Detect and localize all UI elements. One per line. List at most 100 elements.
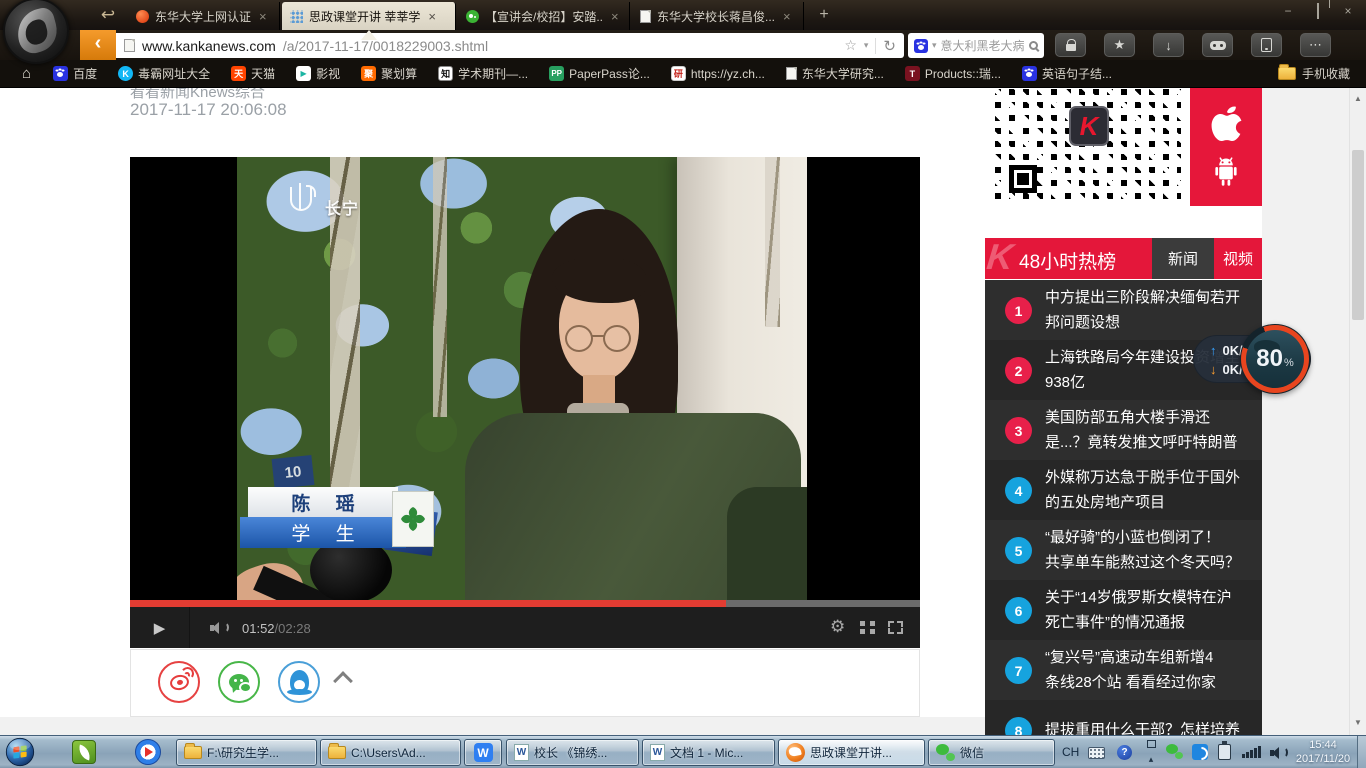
help-icon[interactable]: ? <box>1117 745 1132 760</box>
grid-site-icon <box>290 10 303 23</box>
security-lock-button[interactable] <box>1055 33 1086 57</box>
mobile-favorites[interactable]: 手机收藏 <box>1278 65 1350 82</box>
tab-current-article[interactable]: 思政课堂开讲 莘莘学 × <box>282 2 456 30</box>
share-weibo-button[interactable] <box>158 661 200 703</box>
hidden-icons-chevron[interactable]: ▴ <box>1144 740 1158 767</box>
tab-career-talk[interactable]: 【宣讲会/校招】安踏... × <box>458 2 630 30</box>
back-button[interactable]: ‹ <box>80 30 116 60</box>
browser-tab-bar: ↩ 东华大学上网认证 × 思政课堂开讲 莘莘学 × 【宣讲会/校招】安踏... … <box>0 0 1366 30</box>
hot-item-8[interactable]: 8 提拔重用什么干部？怎样培养 <box>985 700 1262 735</box>
liebao-icon <box>786 743 805 762</box>
search-icon[interactable] <box>1029 41 1038 50</box>
close-icon[interactable]: × <box>428 9 436 24</box>
close-icon[interactable]: × <box>611 9 619 24</box>
url-field[interactable]: www.kankanews.com /a/2017-11-17/00182290… <box>116 33 904 58</box>
tab-dhu-president[interactable]: 东华大学校长蒋昌俊... × <box>632 2 804 30</box>
share-wechat-button[interactable] <box>218 661 260 703</box>
hot-item-1[interactable]: 1 中方提出三阶段解决缅甸若开邦问题设想 <box>985 280 1262 340</box>
wechat-tray-icon[interactable] <box>1166 744 1184 760</box>
media-player-icon[interactable] <box>135 739 161 765</box>
downloads-button[interactable]: ↓ <box>1153 33 1184 57</box>
page-icon <box>786 67 797 80</box>
bookmark-paperpass[interactable]: PP PaperPass论... <box>549 65 650 82</box>
taskbar-clock[interactable]: 15:44 2017/11/20 <box>1290 738 1356 766</box>
taskbar-folder-f[interactable]: F:\研究生学... <box>176 739 317 766</box>
hot-item-7[interactable]: 7 “复兴号”高速动车组新增4条线28个站 看看经过你家 <box>985 640 1262 700</box>
collapse-chevron-icon[interactable] <box>333 671 353 691</box>
hot-item-6[interactable]: 6 关于“14岁俄罗斯女模特在沪死亡事件”的情况通报 <box>985 580 1262 640</box>
video-progress-bar[interactable] <box>130 600 920 607</box>
taskbar-wps[interactable]: W <box>464 739 502 766</box>
theater-mode-icon[interactable] <box>860 621 875 634</box>
skin-icon[interactable] <box>1248 4 1268 20</box>
bookmark-baidu[interactable]: 百度 <box>53 65 97 82</box>
scroll-down-icon[interactable]: ▼ <box>1350 718 1366 727</box>
restore-button[interactable] <box>1308 4 1328 20</box>
bookmark-products[interactable]: T Products::瑞... <box>905 65 1001 82</box>
baidu-paw-icon <box>1022 66 1037 81</box>
tab-dhu-auth[interactable]: 东华大学上网认证 × <box>128 2 280 30</box>
bookmark-english[interactable]: 英语句子结... <box>1022 65 1112 82</box>
bookmark-journal[interactable]: 知 学术期刊—... <box>438 65 528 82</box>
apple-icon[interactable] <box>1208 102 1244 144</box>
fullscreen-icon[interactable] <box>888 621 903 634</box>
clipboard-tray-icon[interactable] <box>1218 744 1231 760</box>
refresh-icon[interactable]: ↻ <box>883 37 896 55</box>
hot-tab-news[interactable]: 新闻 <box>1152 238 1214 279</box>
bookmark-yz[interactable]: 研 https://yz.ch... <box>671 66 765 81</box>
menu-button[interactable]: ⋯ <box>1300 33 1331 57</box>
hot-item-5[interactable]: 5 “最好骑”的小蓝也倒闭了！共享单车能熬过这个冬天吗？ <box>985 520 1262 580</box>
taskbar-word-2[interactable]: W 文档 1 - Mic... <box>642 739 775 766</box>
star-dropdown-icon[interactable]: ▾ <box>864 40 869 51</box>
close-icon[interactable]: × <box>259 9 267 24</box>
new-tab-button[interactable]: + <box>812 4 836 26</box>
mobile-sync-button[interactable] <box>1251 33 1282 57</box>
bookmark-duba[interactable]: K 毒霸网址大全 <box>118 65 210 82</box>
close-icon[interactable]: × <box>783 9 791 24</box>
bookmark-juhuasuan[interactable]: 聚 聚划算 <box>361 65 417 82</box>
keyboard-icon[interactable] <box>1088 747 1105 759</box>
minimize-button[interactable]: − <box>1278 4 1298 20</box>
coreldraw-icon[interactable] <box>72 740 96 764</box>
knews-logo: K <box>1069 106 1109 146</box>
taskbar-folder-c[interactable]: C:\Users\Ad... <box>320 739 461 766</box>
tab-history-back-icon[interactable]: ↩ <box>96 3 120 27</box>
close-window-button[interactable]: × <box>1338 4 1358 20</box>
bookmark-video[interactable]: ▶ 影视 <box>296 65 340 82</box>
home-icon[interactable]: ⌂ <box>22 65 31 82</box>
start-button[interactable] <box>5 737 35 767</box>
bookmark-dhu-grad[interactable]: 东华大学研究... <box>786 65 884 82</box>
language-indicator[interactable]: CH <box>1062 745 1079 759</box>
taskbar-browser[interactable]: 思政课堂开讲... <box>778 739 925 766</box>
liebao-browser-logo-icon[interactable] <box>3 0 69 64</box>
settings-gear-icon[interactable]: ⚙ <box>830 617 845 637</box>
search-engine-dropdown-icon[interactable]: ▾ <box>932 40 937 51</box>
games-button[interactable] <box>1202 33 1233 57</box>
hot-tab-video[interactable]: 视频 <box>1214 238 1262 279</box>
taskbar-wechat[interactable]: 微信 <box>928 739 1055 766</box>
network-signal-icon[interactable] <box>1242 746 1261 758</box>
bookmark-tmall[interactable]: 天 天猫 <box>231 65 275 82</box>
search-box[interactable]: ▾ 意大利黑老大病死 <box>908 33 1044 58</box>
tray-time: 15:44 <box>1290 738 1356 752</box>
page-scrollbar[interactable]: ▲ ▼ <box>1349 88 1366 735</box>
sync-tray-icon[interactable] <box>1192 744 1208 760</box>
bookmark-star-icon[interactable]: ☆ <box>844 37 857 54</box>
play-button[interactable]: ▶ <box>130 607 190 648</box>
rank-badge: 8 <box>1005 717 1032 735</box>
windows-logo-icon <box>5 737 35 767</box>
video-frame[interactable]: 长宁 10 陈 瑶 学 生 <box>237 157 807 600</box>
volume-icon[interactable] <box>210 620 230 635</box>
scroll-up-icon[interactable]: ▲ <box>1350 94 1366 103</box>
favorites-button[interactable]: ★ <box>1104 33 1135 57</box>
taskbar-word-1[interactable]: W 校长 《锦绣... <box>506 739 639 766</box>
share-qq-button[interactable] <box>278 661 320 703</box>
boost-ball-widget[interactable]: 80 % <box>1240 324 1310 394</box>
speaker-icon[interactable] <box>1270 746 1288 760</box>
android-icon[interactable] <box>1209 154 1243 192</box>
hot-item-3[interactable]: 3 美国防部五角大楼手滑还是...？竟转发推文呼吁特朗普 <box>985 400 1262 460</box>
scrollbar-thumb[interactable] <box>1352 150 1364 320</box>
folder-icon <box>184 746 202 759</box>
hot-item-4[interactable]: 4 外媒称万达急于脱手位于国外的五处房地产项目 <box>985 460 1262 520</box>
show-desktop-button[interactable] <box>1357 736 1366 768</box>
